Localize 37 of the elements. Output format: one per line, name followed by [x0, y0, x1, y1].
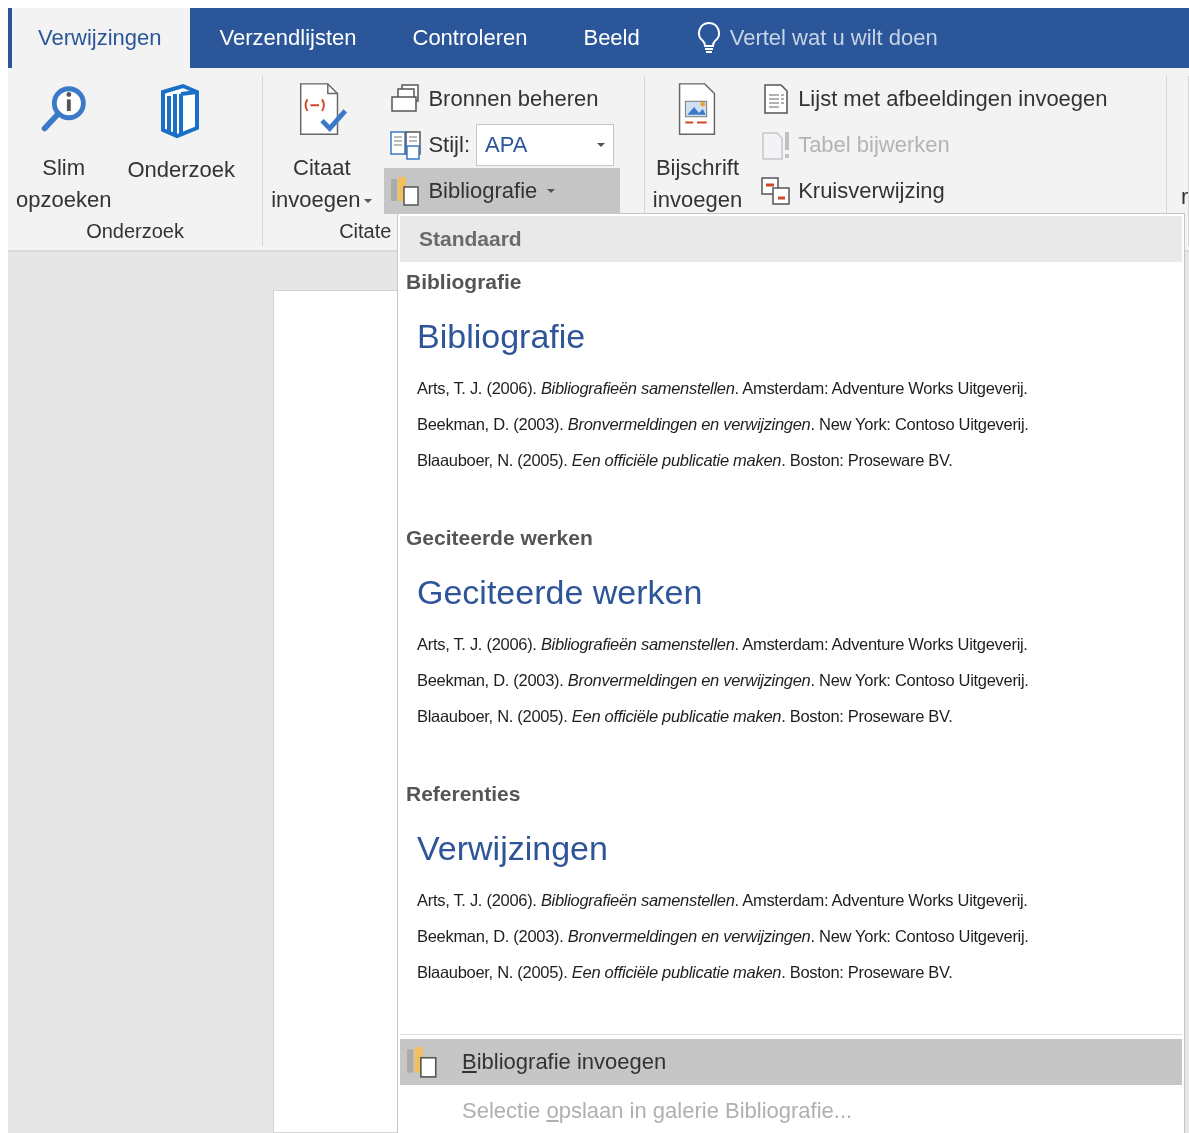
group-label: Citate: [339, 219, 392, 244]
section-title: Geciteerde werken: [405, 525, 594, 551]
citation-entry: Arts, T. J. (2006). Bibliografieën samenstellen. Amsterdam: Adventure Works Uitgeverij.: [417, 634, 1029, 655]
citation-entry: Beekman, D. (2003). Bronvermeldingen en verwijzingen. New York: Contoso Uitgeverij.: [417, 670, 1030, 691]
style-dropdown[interactable]: APA: [476, 124, 614, 166]
ribbon-tab[interactable]: Controleren: [384, 8, 556, 68]
dropdown-button[interactable]: Bibliografie: [384, 168, 620, 214]
ribbon-button[interactable]: Onderzoek: [119, 76, 244, 216]
books-icon: [406, 1044, 440, 1079]
citation-entry: Blaauboer, N. (2005). Een officiële publicatie maken. Boston: Proseware BV.: [417, 962, 954, 983]
citation-entry: Blaauboer, N. (2005). Een officiële publicatie maken. Boston: Proseware BV.: [417, 706, 954, 727]
ribbon-button[interactable]: Slim opzoeken: [8, 76, 120, 216]
ribbon-tab[interactable]: Beeld: [555, 8, 668, 68]
gallery-heading: Geciteerde werken: [417, 572, 704, 613]
style-label: Stijl:: [428, 132, 470, 158]
section-title: Referenties: [405, 781, 522, 807]
ribbon-button[interactable]: Bronnen beheren: [384, 76, 620, 122]
ribbon-button[interactable]: Kruisverwijzing: [754, 168, 1114, 214]
lightbulb-icon: [695, 21, 722, 55]
gallery-heading: Verwijzingen: [417, 828, 609, 869]
linked-pages-icon: [760, 175, 793, 207]
pages-icon: [390, 129, 423, 161]
ribbon-label: r: [1180, 183, 1188, 211]
ribbon-button[interactable]: Lijst met afbeeldingen invoegen: [754, 76, 1114, 122]
citation-entry: Beekman, D. (2003). Bronvermeldingen en verwijzingen. New York: Contoso Uitgeverij.: [417, 926, 1030, 947]
citation-entry: Blaauboer, N. (2005). Een officiële publicatie maken. Boston: Proseware BV.: [417, 450, 954, 471]
citation-entry: Arts, T. J. (2006). Bibliografieën samenstellen. Amsterdam: Adventure Works Uitgeverij.: [417, 890, 1029, 911]
tell-me-field[interactable]: Vertel wat u wilt doen: [695, 21, 938, 55]
ribbon-button[interactable]: Citaat invoegen: [263, 76, 381, 216]
citation-entry: Arts, T. J. (2006). Bibliografieën samenstellen. Amsterdam: Adventure Works Uitgeverij.: [417, 378, 1029, 399]
ribbon-tab[interactable]: Verzendlijsten: [191, 8, 385, 68]
group-label: Onderzoek: [85, 219, 185, 244]
menu-header: Standaard: [400, 216, 1182, 262]
menu-item[interactable]: Bibliografie invoegen: [400, 1039, 1182, 1085]
citation-entry: Beekman, D. (2003). Bronvermeldingen en verwijzingen. New York: Contoso Uitgeverij.: [417, 414, 1030, 435]
section-title: Bibliografie: [405, 269, 523, 295]
gallery-heading: Bibliografie: [417, 316, 587, 357]
